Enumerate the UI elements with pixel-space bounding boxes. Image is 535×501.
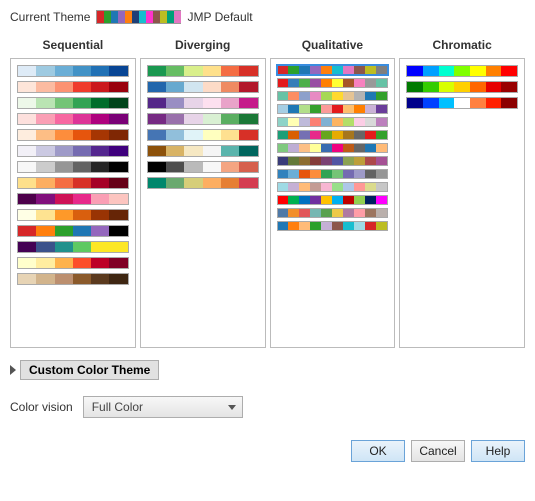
palette-swatch[interactable]: [17, 129, 129, 141]
theme-columns: Sequential Diverging Qualitative Chromat…: [10, 38, 525, 348]
current-theme-label: Current Theme: [10, 10, 90, 24]
current-theme-swatch: [96, 10, 181, 24]
palette-swatch[interactable]: [277, 143, 389, 153]
palette-swatch[interactable]: [17, 65, 129, 77]
chromatic-list[interactable]: [399, 58, 525, 348]
dialog-buttons: OK Cancel Help: [10, 440, 525, 462]
expand-icon[interactable]: [10, 365, 16, 375]
palette-swatch[interactable]: [147, 161, 259, 173]
palette-swatch[interactable]: [277, 208, 389, 218]
palette-swatch[interactable]: [17, 257, 129, 269]
palette-swatch[interactable]: [147, 97, 259, 109]
palette-swatch[interactable]: [17, 81, 129, 93]
palette-swatch[interactable]: [147, 177, 259, 189]
col-head-qualitative: Qualitative: [270, 38, 396, 54]
palette-swatch[interactable]: [17, 97, 129, 109]
palette-swatch[interactable]: [17, 209, 129, 221]
chevron-down-icon: [228, 405, 236, 410]
palette-swatch[interactable]: [277, 130, 389, 140]
palette-swatch[interactable]: [277, 104, 389, 114]
palette-swatch[interactable]: [147, 65, 259, 77]
palette-swatch[interactable]: [277, 91, 389, 101]
palette-swatch[interactable]: [277, 182, 389, 192]
palette-swatch[interactable]: [17, 241, 129, 253]
custom-theme-row: Custom Color Theme: [10, 360, 525, 380]
palette-swatch[interactable]: [277, 65, 389, 75]
palette-swatch[interactable]: [17, 113, 129, 125]
ok-button[interactable]: OK: [351, 440, 405, 462]
cancel-button[interactable]: Cancel: [411, 440, 465, 462]
palette-swatch[interactable]: [277, 221, 389, 231]
color-vision-value: Full Color: [92, 400, 143, 414]
col-head-diverging: Diverging: [140, 38, 266, 54]
col-head-sequential: Sequential: [10, 38, 136, 54]
col-head-chromatic: Chromatic: [399, 38, 525, 54]
current-theme-value: JMP Default: [187, 10, 252, 24]
qualitative-list[interactable]: [270, 58, 396, 348]
diverging-list[interactable]: [140, 58, 266, 348]
palette-swatch[interactable]: [277, 169, 389, 179]
palette-swatch[interactable]: [17, 225, 129, 237]
palette-swatch[interactable]: [406, 81, 518, 93]
palette-swatch[interactable]: [406, 97, 518, 109]
palette-swatch[interactable]: [277, 117, 389, 127]
palette-swatch[interactable]: [17, 193, 129, 205]
palette-swatch[interactable]: [17, 145, 129, 157]
palette-swatch[interactable]: [277, 156, 389, 166]
color-vision-row: Color vision Full Color: [10, 396, 525, 418]
current-theme-row: Current Theme JMP Default: [10, 10, 525, 24]
palette-swatch[interactable]: [147, 145, 259, 157]
sequential-list[interactable]: [10, 58, 136, 348]
palette-swatch[interactable]: [277, 195, 389, 205]
palette-swatch[interactable]: [17, 177, 129, 189]
palette-swatch[interactable]: [406, 65, 518, 77]
palette-swatch[interactable]: [147, 129, 259, 141]
custom-color-theme-button[interactable]: Custom Color Theme: [20, 360, 159, 380]
palette-swatch[interactable]: [17, 161, 129, 173]
help-button[interactable]: Help: [471, 440, 525, 462]
palette-swatch[interactable]: [147, 113, 259, 125]
palette-swatch[interactable]: [277, 78, 389, 88]
palette-swatch[interactable]: [17, 273, 129, 285]
color-vision-label: Color vision: [10, 400, 73, 414]
color-vision-select[interactable]: Full Color: [83, 396, 243, 418]
palette-swatch[interactable]: [147, 81, 259, 93]
